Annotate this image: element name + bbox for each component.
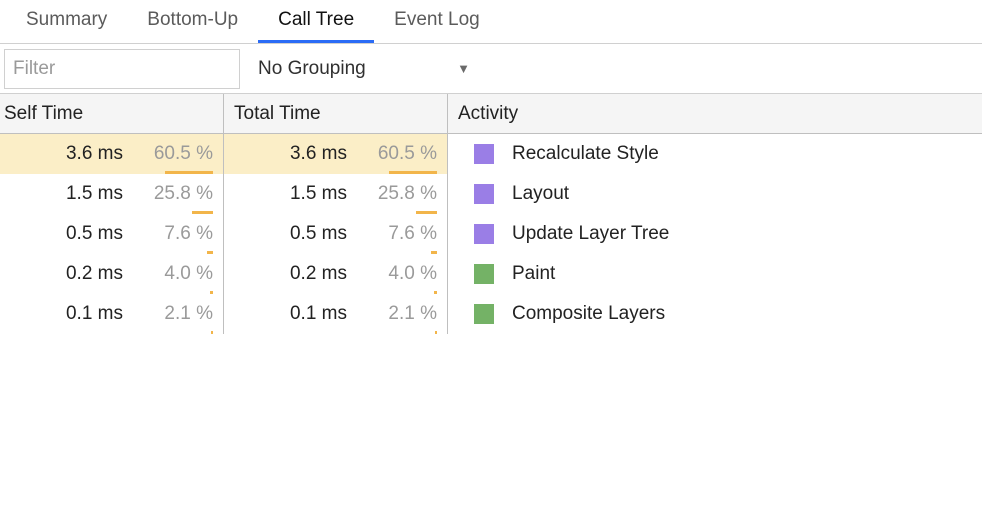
self-time-value: 1.5 ms (66, 183, 123, 205)
self-time-percent: 25.8 % (133, 183, 213, 205)
self-time-value: 3.6 ms (66, 143, 123, 165)
self-time-percent: 7.6 % (133, 223, 213, 245)
self-time-cell: 0.2 ms 4.0 % (0, 254, 224, 294)
table-row[interactable]: 3.6 ms 60.5 % 3.6 ms 60.5 % Recalculate Styl… (0, 134, 982, 174)
self-time-cell: 0.5 ms 7.6 % (0, 214, 224, 254)
activity-label: Layout (512, 183, 569, 205)
total-time-percent: 2.1 % (357, 303, 437, 325)
activity-label: Update Layer Tree (512, 223, 669, 245)
filter-input[interactable] (4, 49, 240, 89)
total-time-value: 1.5 ms (290, 183, 347, 205)
table-header: Self Time Total Time Activity (0, 94, 982, 134)
self-time-percent: 4.0 % (133, 263, 213, 285)
activity-cell: Layout (448, 174, 982, 214)
self-time-value: 0.1 ms (66, 303, 123, 325)
tab-call-tree[interactable]: Call Tree (258, 0, 374, 43)
total-time-cell: 0.2 ms 4.0 % (224, 254, 448, 294)
activity-color-swatch (474, 304, 494, 324)
grouping-label: No Grouping (258, 58, 366, 80)
activity-label: Recalculate Style (512, 143, 659, 165)
total-time-value: 0.2 ms (290, 263, 347, 285)
total-time-cell: 0.1 ms 2.1 % (224, 294, 448, 334)
activity-cell: Composite Layers (448, 294, 982, 334)
tab-event-log[interactable]: Event Log (374, 0, 500, 43)
tab-bottom-up[interactable]: Bottom-Up (127, 0, 258, 43)
activity-label: Paint (512, 263, 555, 285)
activity-color-swatch (474, 184, 494, 204)
activity-color-swatch (474, 144, 494, 164)
activity-cell: Update Layer Tree (448, 214, 982, 254)
total-time-value: 0.5 ms (290, 223, 347, 245)
total-time-value: 3.6 ms (290, 143, 347, 165)
self-time-value: 0.5 ms (66, 223, 123, 245)
self-time-value: 0.2 ms (66, 263, 123, 285)
table-row[interactable]: 0.5 ms 7.6 % 0.5 ms 7.6 % Update Layer Tree (0, 214, 982, 254)
activity-label: Composite Layers (512, 303, 665, 325)
col-header-total-time[interactable]: Total Time (224, 94, 448, 133)
total-time-value: 0.1 ms (290, 303, 347, 325)
table-row[interactable]: 0.1 ms 2.1 % 0.1 ms 2.1 % Composite Layers (0, 294, 982, 334)
col-header-activity[interactable]: Activity (448, 94, 982, 133)
table-row[interactable]: 0.2 ms 4.0 % 0.2 ms 4.0 % Paint (0, 254, 982, 294)
activity-color-swatch (474, 224, 494, 244)
total-time-percent: 4.0 % (357, 263, 437, 285)
total-time-percent: 60.5 % (357, 143, 437, 165)
total-time-cell: 3.6 ms 60.5 % (224, 134, 448, 174)
filter-bar: No Grouping ▼ (0, 44, 982, 94)
activity-color-swatch (474, 264, 494, 284)
self-time-cell: 1.5 ms 25.8 % (0, 174, 224, 214)
self-time-percent: 60.5 % (133, 143, 213, 165)
self-time-cell: 0.1 ms 2.1 % (0, 294, 224, 334)
table-body: 3.6 ms 60.5 % 3.6 ms 60.5 % Recalculate Styl… (0, 134, 982, 334)
tab-bar: Summary Bottom-Up Call Tree Event Log (0, 0, 982, 44)
chevron-down-icon: ▼ (457, 61, 470, 76)
total-time-cell: 0.5 ms 7.6 % (224, 214, 448, 254)
total-time-percent: 7.6 % (357, 223, 437, 245)
table-row[interactable]: 1.5 ms 25.8 % 1.5 ms 25.8 % Layout (0, 174, 982, 214)
tab-summary[interactable]: Summary (6, 0, 127, 43)
total-time-percent: 25.8 % (357, 183, 437, 205)
activity-cell: Paint (448, 254, 982, 294)
self-time-percent: 2.1 % (133, 303, 213, 325)
activity-cell: Recalculate Style (448, 134, 982, 174)
total-time-cell: 1.5 ms 25.8 % (224, 174, 448, 214)
grouping-select[interactable]: No Grouping ▼ (240, 44, 480, 93)
col-header-self-time[interactable]: Self Time (0, 94, 224, 133)
self-time-cell: 3.6 ms 60.5 % (0, 134, 224, 174)
